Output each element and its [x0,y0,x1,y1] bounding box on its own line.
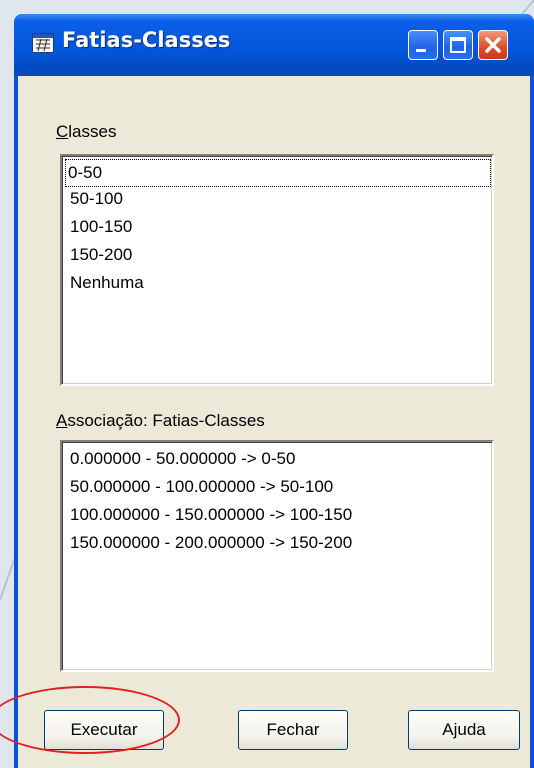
help-button[interactable]: Ajuda [408,710,520,750]
list-item[interactable]: 50.000000 - 100.000000 -> 50-100 [68,474,333,500]
list-item[interactable]: 100-150 [68,214,132,240]
list-item[interactable]: 150-200 [68,242,132,268]
execute-button[interactable]: Executar [44,710,164,750]
association-listbox[interactable]: 0.000000 - 50.000000 -> 0-50 50.000000 -… [60,440,494,672]
maximize-button[interactable] [443,30,473,60]
window-title: Fatias-Classes [62,28,231,52]
classes-label: Classes [56,122,117,141]
grid-app-icon[interactable] [32,33,54,53]
dialog-window: Fatias-Classes Classes 0-50 50-100 100-1… [14,14,534,768]
list-item[interactable]: 50-100 [68,186,123,212]
list-item[interactable]: 0-50 [65,159,491,187]
close-dialog-button[interactable]: Fechar [238,710,348,750]
title-bar[interactable]: Fatias-Classes [14,14,534,76]
classes-listbox[interactable]: 0-50 50-100 100-150 150-200 Nenhuma [60,154,494,386]
close-icon [485,37,501,53]
dialog-body: Classes 0-50 50-100 100-150 150-200 Nenh… [18,76,530,768]
list-item[interactable]: 150.000000 - 200.000000 -> 150-200 [68,530,352,556]
list-item[interactable]: Nenhuma [68,270,144,296]
minimize-button[interactable] [408,30,438,60]
minimize-icon [416,49,426,52]
maximize-icon [450,37,466,53]
association-label: Associação: Fatias-Classes [56,411,265,430]
list-item[interactable]: 100.000000 - 150.000000 -> 100-150 [68,502,352,528]
list-item[interactable]: 0.000000 - 50.000000 -> 0-50 [68,446,295,472]
close-button[interactable] [478,30,508,60]
